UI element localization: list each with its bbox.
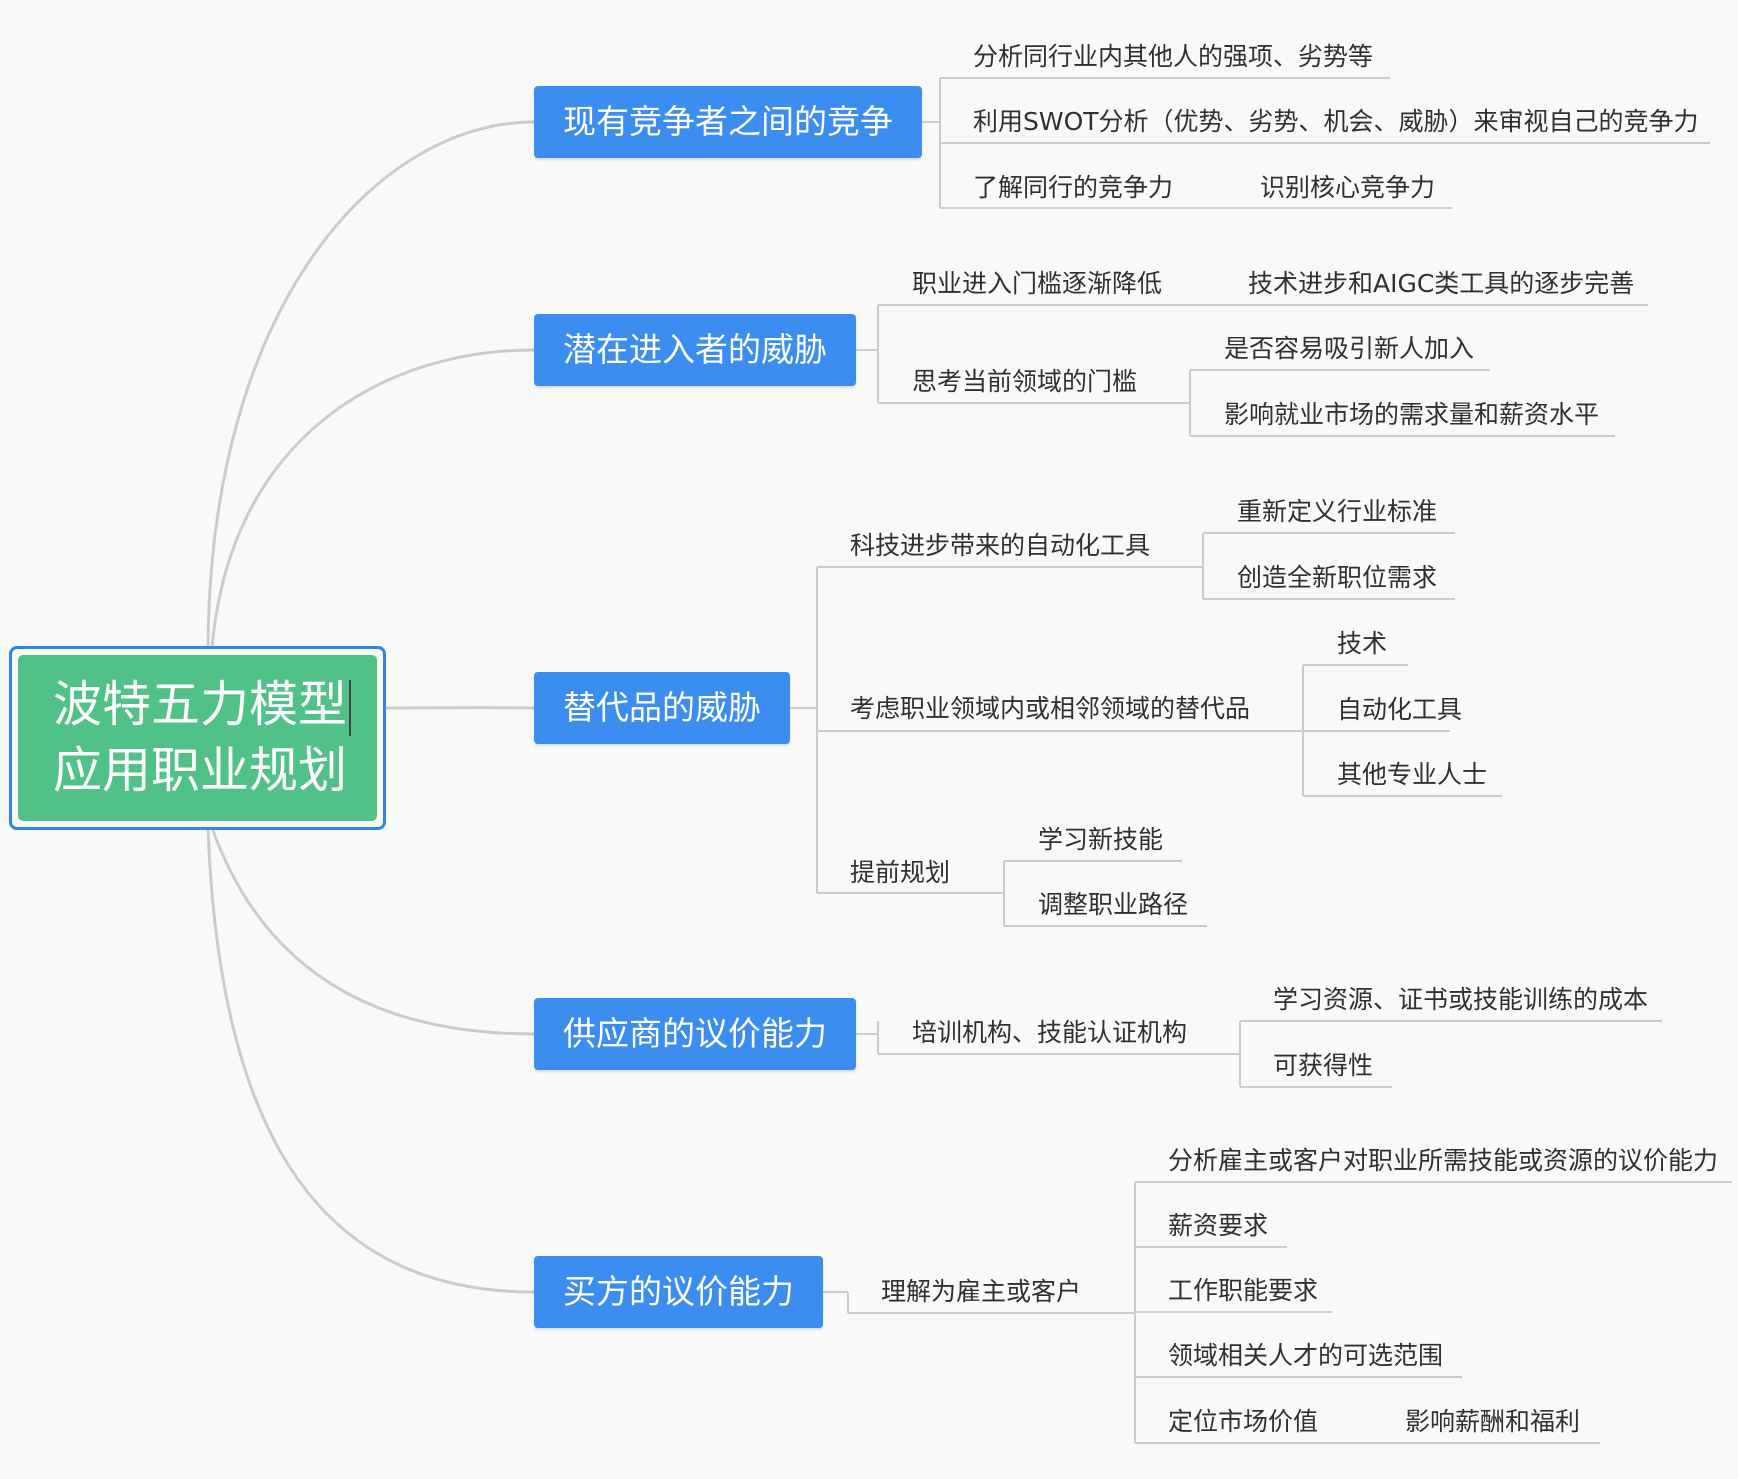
subtopic-core-competence[interactable]: 识别核心竞争力 xyxy=(1260,172,1435,204)
subtopic-current-barrier[interactable]: 思考当前领域的门槛 xyxy=(912,366,1137,398)
connector-1 xyxy=(210,348,535,649)
connector-4 xyxy=(206,827,535,1294)
subtopic-new-positions[interactable]: 创造全新职位需求 xyxy=(1237,562,1437,594)
central-topic[interactable]: 波特五力模型 应用职业规划 xyxy=(9,646,386,830)
central-topic-line-1: 波特五力模型 xyxy=(53,672,377,738)
subtopic-job-market-impact[interactable]: 影响就业市场的需求量和薪资水平 xyxy=(1224,399,1599,431)
subtopic-analyze-peers[interactable]: 分析同行业内其他人的强项、劣势等 xyxy=(973,41,1373,73)
central-topic-text-1: 波特五力模型 xyxy=(53,676,348,733)
subtopic-technology[interactable]: 技术 xyxy=(1337,628,1387,660)
topic-buyer-power[interactable]: 买方的议价能力 xyxy=(534,1256,823,1328)
subtopic-attract-newcomers[interactable]: 是否容易吸引新人加入 xyxy=(1224,333,1474,365)
subtopic-salary[interactable]: 薪资要求 xyxy=(1168,1210,1268,1242)
subtopic-plan-ahead[interactable]: 提前规划 xyxy=(850,857,950,889)
subtopic-swot[interactable]: 利用SWOT分析（优势、劣势、机会、威胁）来审视自己的竞争力 xyxy=(973,106,1699,138)
central-topic-body: 波特五力模型 应用职业规划 xyxy=(18,655,377,821)
subtopic-market-value[interactable]: 定位市场价值 xyxy=(1168,1406,1318,1438)
topic-potential-entrants[interactable]: 潜在进入者的威胁 xyxy=(534,314,856,386)
subtopic-redefine-standards[interactable]: 重新定义行业标准 xyxy=(1237,496,1437,528)
subtopic-compensation[interactable]: 影响薪酬和福利 xyxy=(1405,1406,1580,1438)
subtopic-aigc-tools[interactable]: 技术进步和AIGC类工具的逐步完善 xyxy=(1248,268,1634,300)
central-topic-line-2: 应用职业规划 xyxy=(53,742,348,799)
subtopic-peer-competitiveness[interactable]: 了解同行的竞争力 xyxy=(973,172,1173,204)
subtopic-training-orgs[interactable]: 培训机构、技能认证机构 xyxy=(912,1017,1187,1049)
subtopic-substitutes-in-field[interactable]: 考虑职业领域内或相邻领域的替代品 xyxy=(850,693,1250,725)
subtopic-learn-skills[interactable]: 学习新技能 xyxy=(1038,824,1163,856)
subtopic-employer-bargaining[interactable]: 分析雇主或客户对职业所需技能或资源的议价能力 xyxy=(1168,1145,1718,1177)
subtopic-talent-pool[interactable]: 领域相关人才的可选范围 xyxy=(1168,1340,1443,1372)
subtopic-automation[interactable]: 自动化工具 xyxy=(1337,694,1462,726)
subtopic-employer-client[interactable]: 理解为雇主或客户 xyxy=(881,1276,1081,1308)
subtopic-entry-barrier-lower[interactable]: 职业进入门槛逐渐降低 xyxy=(912,268,1162,300)
topic-supplier-power[interactable]: 供应商的议价能力 xyxy=(534,998,856,1070)
connector-0 xyxy=(206,120,535,649)
connector-3 xyxy=(210,827,535,1036)
topic-substitutes[interactable]: 替代品的威胁 xyxy=(534,672,790,744)
subtopic-automation-tools[interactable]: 科技进步带来的自动化工具 xyxy=(850,530,1150,562)
subtopic-availability[interactable]: 可获得性 xyxy=(1273,1050,1373,1082)
subtopic-training-cost[interactable]: 学习资源、证书或技能训练的成本 xyxy=(1273,984,1648,1016)
subtopic-other-professionals[interactable]: 其他专业人士 xyxy=(1337,759,1487,791)
subtopic-adjust-path[interactable]: 调整职业路径 xyxy=(1038,889,1188,921)
text-cursor xyxy=(349,679,352,736)
subtopic-job-functions[interactable]: 工作职能要求 xyxy=(1168,1275,1318,1307)
topic-existing-competitors[interactable]: 现有竞争者之间的竞争 xyxy=(534,86,922,158)
